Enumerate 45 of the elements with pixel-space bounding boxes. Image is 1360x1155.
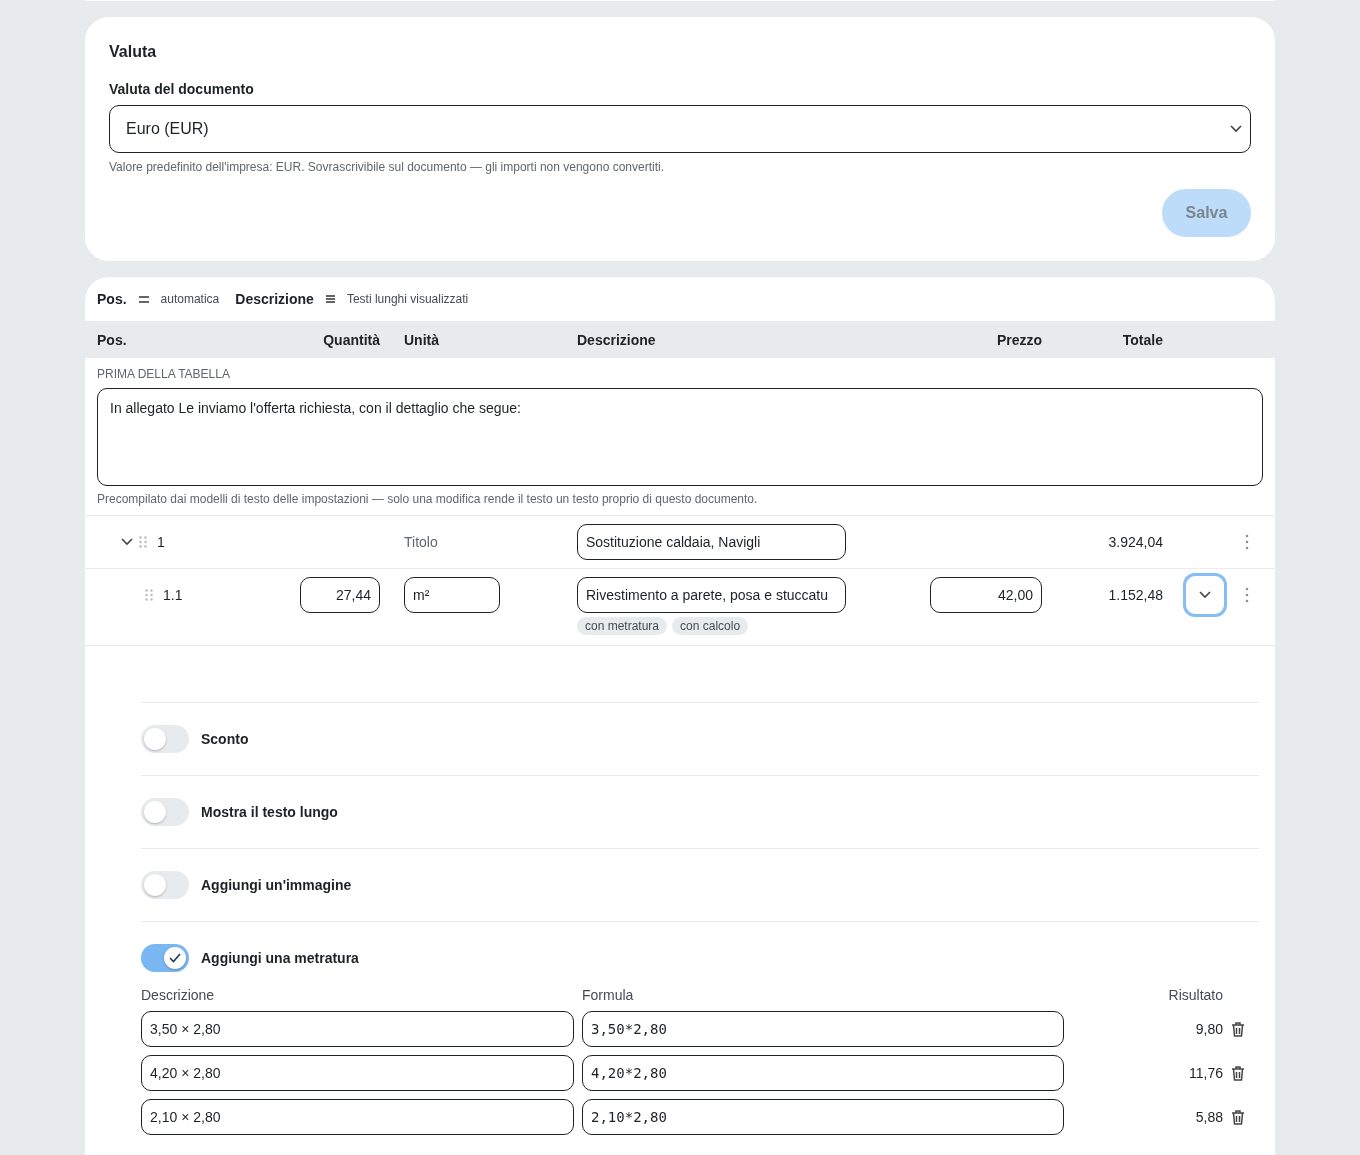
column-header: Descrizione [577, 331, 656, 348]
section-label: PRIMA DELLA TABELLA [97, 367, 231, 381]
formula-field[interactable]: 2,10*2,80 [582, 1099, 1064, 1135]
description-field[interactable]: Sostituzione caldaia, Navigli [577, 524, 846, 560]
position-number: 1 [157, 534, 165, 550]
column-header: Formula [582, 987, 634, 1003]
total-value: 3.924,04 [1108, 533, 1163, 552]
formula-field[interactable]: 4,20*2,80 [582, 1055, 1064, 1091]
intro-text-area[interactable]: In allegato Le inviamo l'offerta richiesta, con il dettaglio che segue: [97, 388, 1263, 486]
result-value: 9,80 [1195, 1021, 1223, 1037]
toolbar-label: Pos. [97, 291, 127, 307]
result-value: 11,76 [1189, 1065, 1223, 1081]
column-header: Pos. [97, 331, 127, 348]
description-field[interactable]: 4,20 × 2,80 [141, 1055, 574, 1091]
formula-field[interactable]: 3,50*2,80 [582, 1011, 1064, 1047]
column-header: Totale [1122, 331, 1163, 348]
column-header: Risultato [1168, 987, 1223, 1003]
section-title: Valuta [109, 43, 158, 61]
toolbar-value[interactable]: Testi lunghi visualizzati [346, 292, 469, 306]
option-label: Aggiungi un'immagine [201, 877, 352, 893]
tag: con metratura [577, 617, 668, 635]
quantity-field[interactable]: 27,44 [300, 577, 380, 613]
description-field[interactable]: 3,50 × 2,80 [141, 1011, 574, 1047]
column-header: Quantità [323, 331, 380, 348]
option-label: Aggiungi una metratura [201, 950, 359, 966]
option-label: Sconto [201, 731, 249, 747]
toolbar-value[interactable]: automatica [160, 292, 220, 306]
hint-text: Valore predefinito dell'impresa: EUR. Sovrascrivibile sul documento — gli importi non vengono convertiti. [109, 160, 665, 174]
option-label: Mostra il testo lungo [201, 804, 338, 820]
unit-field[interactable]: m² [404, 577, 500, 613]
total-value: 1.152,48 [1108, 586, 1163, 605]
column-header: Prezzo [996, 331, 1042, 348]
result-value: 5,88 [1195, 1109, 1223, 1125]
column-header: Unità [404, 331, 439, 348]
field-label: Valuta del documento [109, 81, 255, 97]
description-field[interactable]: Rivestimento a parete, posa e stuccatu [577, 577, 846, 613]
currency-select[interactable]: Euro (EUR) [109, 105, 1251, 153]
tag: con calcolo [672, 617, 749, 635]
price-field[interactable]: 42,00 [930, 577, 1042, 613]
hint-text: Precompilato dai modelli di testo delle impostazioni — solo una modifica rende il testo un testo proprio di questo documento. [97, 492, 759, 506]
column-header: Descrizione [141, 987, 215, 1003]
position-number: 1.1 [163, 587, 183, 603]
description-field[interactable]: 2,10 × 2,80 [141, 1099, 574, 1135]
row-type-label: Titolo [404, 533, 438, 552]
toolbar-label: Descrizione [235, 291, 314, 307]
